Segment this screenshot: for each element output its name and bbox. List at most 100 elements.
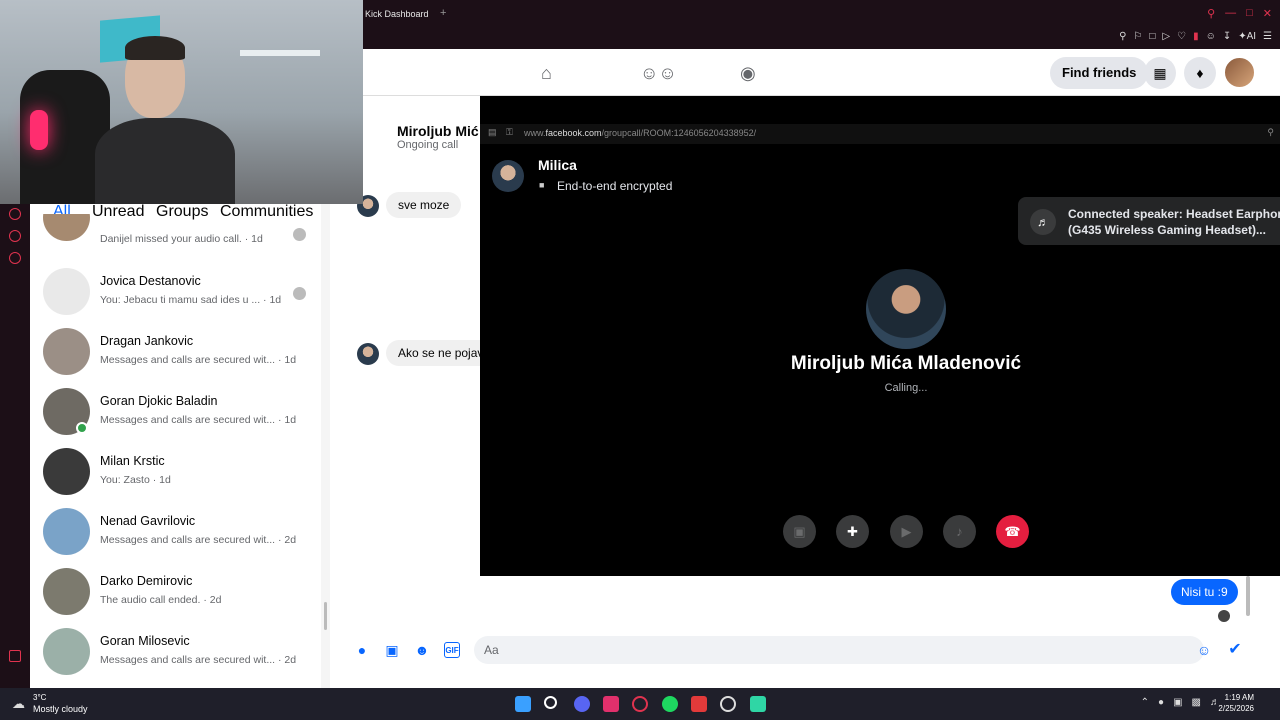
system-tray: ⌃ ● ▣ ▩ ♬: [1141, 697, 1220, 708]
settings-icon[interactable]: [9, 252, 21, 264]
avatar: [43, 628, 90, 675]
clock-date[interactable]: 2/25/2026: [1218, 704, 1254, 713]
download-icon[interactable]: ↧: [1223, 31, 1231, 42]
snapshot-icon[interactable]: □: [1149, 31, 1155, 42]
browser-sidebar: [0, 200, 30, 688]
chat-list-scrollbar[interactable]: [321, 200, 330, 688]
clock-time[interactable]: 1:19 AM: [1225, 693, 1254, 702]
online-indicator: [76, 422, 88, 434]
profile-icon[interactable]: ☺: [1206, 31, 1216, 42]
chat-preview: Messages and calls are secured wit... · …: [100, 414, 297, 426]
speaker-notification-text: Connected speaker: Headset Earphon (G435…: [1068, 207, 1280, 237]
microphone-icon[interactable]: ●: [1158, 697, 1164, 708]
scrollbar-thumb[interactable]: [324, 602, 327, 630]
sticker-icon[interactable]: ☻: [414, 642, 430, 658]
chat-list-item[interactable]: Nenad Gavrilovic Messages and calls are …: [30, 502, 320, 562]
seen-avatar: [293, 287, 306, 300]
webcam-person-body: [95, 118, 235, 204]
chat-name: Goran Milosevic: [100, 634, 190, 648]
facebook-header: ⌂ ☺☺ ◉ Find friends ▦ ♦: [363, 49, 1280, 96]
webcam-overlay: [0, 0, 363, 204]
pin-icon[interactable]: ⚐: [1133, 31, 1142, 42]
emoji-icon[interactable]: ☺: [1196, 642, 1212, 658]
chat-preview: You: Jebacu ti mamu sad ides u ... · 1d: [100, 294, 282, 306]
encryption-lock-icon: ■: [539, 180, 545, 190]
search-icon[interactable]: ⚲: [1207, 7, 1215, 20]
chat-list-item[interactable]: Darko Demirovic The audio call ended. · …: [30, 562, 320, 622]
conversation-status: Ongoing call: [397, 139, 459, 151]
chat-list-item[interactable]: Jovica Destanovic You: Jebacu ti mamu sa…: [30, 262, 320, 322]
maximize-icon[interactable]: □: [1246, 7, 1253, 20]
app-icon[interactable]: [603, 696, 619, 712]
play-icon[interactable]: ▷: [1162, 31, 1170, 42]
browser-tab-title[interactable]: Kick Dashboard: [365, 9, 429, 19]
webcam-shelf: [240, 50, 320, 56]
call-group-name: Milica: [538, 157, 577, 173]
zoom-icon[interactable]: ⚲: [1267, 127, 1274, 138]
speaker-notification: ♬ Connected speaker: Headset Earphon (G4…: [1018, 197, 1280, 245]
history-icon[interactable]: [9, 208, 21, 220]
call-url[interactable]: www.facebook.com/groupcall/ROOM:12460562…: [524, 128, 756, 138]
gx-icon[interactable]: [9, 650, 21, 662]
ai-icon[interactable]: ✦AI: [1238, 31, 1256, 42]
app-icon[interactable]: [750, 696, 766, 712]
conversation-scrollbar[interactable]: [1246, 576, 1250, 616]
gif-icon[interactable]: GIF: [444, 642, 460, 658]
like-icon[interactable]: ✔: [1227, 642, 1243, 658]
menu-icon[interactable]: ☰: [1263, 31, 1272, 42]
spotify-icon[interactable]: [662, 696, 678, 712]
avatar: [43, 328, 90, 375]
message-bubble: Ako se ne pojav: [386, 340, 496, 366]
minimize-icon[interactable]: —: [1225, 7, 1236, 20]
weather-description: Mostly cloudy: [33, 704, 88, 714]
chat-list-item[interactable]: Dragan Jankovic Messages and calls are s…: [30, 322, 320, 382]
search-icon[interactable]: [544, 696, 557, 709]
weather-icon[interactable]: ☁: [12, 696, 25, 712]
close-icon[interactable]: ✕: [1263, 7, 1272, 20]
chat-list-item[interactable]: Goran Djokic Baladin Messages and calls …: [30, 382, 320, 442]
app-icon[interactable]: [691, 696, 707, 712]
end-call-icon[interactable]: ☎: [996, 515, 1029, 548]
friends-icon[interactable]: ☺☺: [640, 63, 677, 84]
photo-icon[interactable]: ▣: [384, 642, 400, 658]
home-icon[interactable]: ⌂: [541, 63, 552, 84]
avatar: [43, 568, 90, 615]
read-receipt-avatar: [1218, 610, 1230, 622]
notifications-icon[interactable]: ♦: [1184, 57, 1216, 89]
add-person-icon[interactable]: ✚: [836, 515, 869, 548]
chat-list-item[interactable]: Milan Krstic You: Zasto · 1d: [30, 442, 320, 502]
new-tab-button[interactable]: +: [440, 7, 446, 19]
chat-list-item[interactable]: Danijel missed your audio call. · 1d: [30, 214, 320, 246]
chevron-up-icon[interactable]: ⌃: [1141, 697, 1149, 708]
heart-icon[interactable]: ♡: [1177, 31, 1186, 42]
messenger-icon[interactable]: [9, 230, 21, 242]
camera-off-icon[interactable]: ▶: [890, 515, 923, 548]
chrome-icon[interactable]: [720, 696, 736, 712]
chat-name: Milan Krstic: [100, 454, 165, 468]
groups-icon[interactable]: ◉: [740, 63, 756, 84]
mute-icon[interactable]: ♪: [943, 515, 976, 548]
toolbar-icons: ⚲ ⚐ □ ▷ ♡ ▮ ☺ ↧ ✦AI ☰: [1119, 31, 1272, 42]
start-icon[interactable]: [515, 696, 531, 712]
find-friends-button[interactable]: Find friends: [1050, 57, 1149, 89]
chat-preview: Messages and calls are secured wit... · …: [100, 654, 297, 666]
apps-grid-icon[interactable]: ▦: [1144, 57, 1176, 89]
discord-icon[interactable]: [574, 696, 590, 712]
conversation-name[interactable]: Miroljub Mić: [397, 123, 479, 139]
message-input[interactable]: [474, 636, 1204, 664]
network-icon[interactable]: ▩: [1192, 697, 1201, 708]
chat-list-item[interactable]: Goran Milosevic Messages and calls are s…: [30, 622, 320, 682]
opera-gx-icon[interactable]: [632, 696, 648, 712]
encryption-label: End-to-end encrypted: [557, 179, 673, 193]
callee-name: Miroljub Mića Mladenović: [790, 353, 1022, 374]
avatar: [43, 448, 90, 495]
battery-icon[interactable]: ▮: [1193, 31, 1199, 42]
chat-preview: Danijel missed your audio call. · 1d: [100, 233, 263, 245]
share-screen-icon[interactable]: ▣: [783, 515, 816, 548]
call-window: ▤ ⚿ www.facebook.com/groupcall/ROOM:1246…: [480, 96, 1280, 576]
monitor-icon[interactable]: ▣: [1173, 697, 1182, 708]
microphone-icon[interactable]: ●: [354, 642, 370, 658]
lock-icon: ⚿: [506, 127, 513, 137]
profile-avatar[interactable]: [1223, 56, 1256, 89]
zoom-icon[interactable]: ⚲: [1119, 31, 1126, 42]
